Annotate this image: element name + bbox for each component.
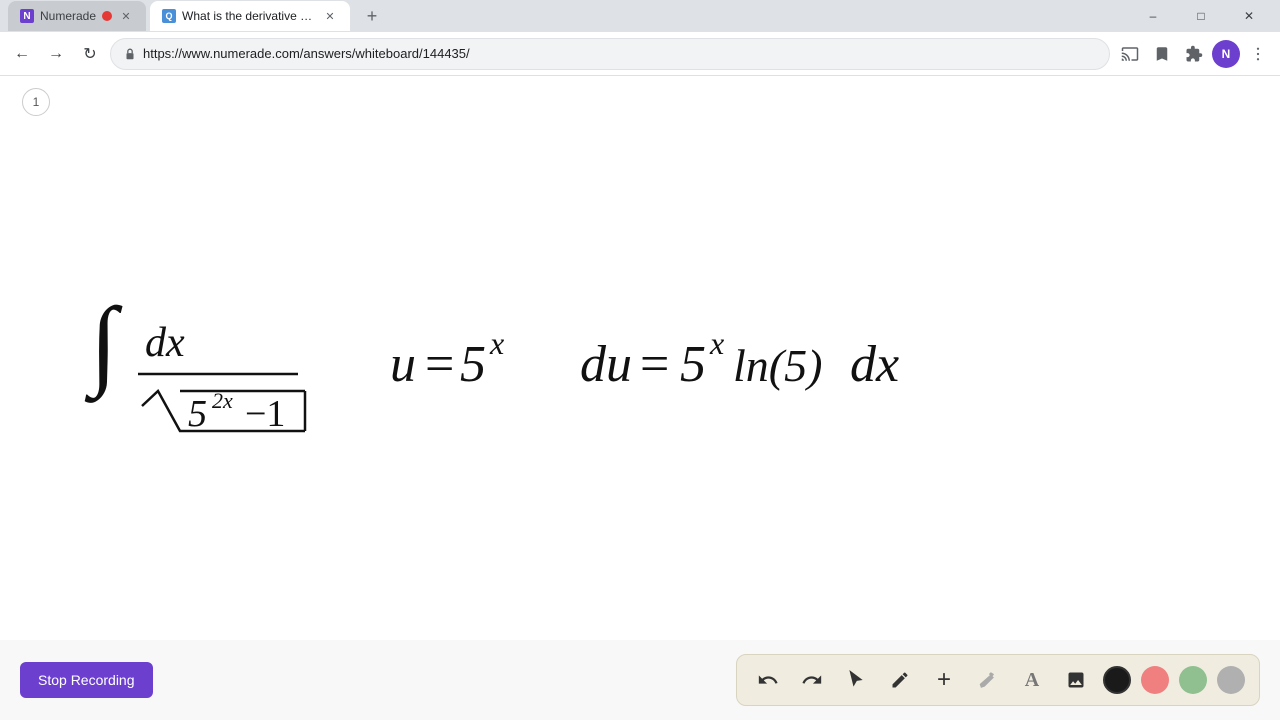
browser-frame: N Numerade ✕ Q What is the derivative of… [0,0,1280,720]
svg-text:5: 5 [188,393,207,435]
recording-indicator [102,11,112,21]
drawing-toolbar: + A [736,654,1260,706]
tab-derivative-close[interactable]: ✕ [322,8,338,24]
menu-icon[interactable] [1244,40,1272,68]
address-bar[interactable]: https://www.numerade.com/answers/whitebo… [110,38,1110,70]
svg-text:2x: 2x [212,388,233,413]
profile-icon[interactable]: N [1212,40,1240,68]
url-text: https://www.numerade.com/answers/whitebo… [143,46,470,61]
add-tool-button[interactable]: + [927,663,961,697]
pen-tool-button[interactable] [883,663,917,697]
tab-numerade[interactable]: N Numerade ✕ [8,1,146,31]
color-pink[interactable] [1141,666,1169,694]
tab-numerade-label: Numerade [40,9,96,23]
highlight-tool-button[interactable] [971,663,1005,697]
redo-button[interactable] [795,663,829,697]
svg-text:u: u [390,336,416,393]
color-black[interactable] [1103,666,1131,694]
image-tool-button[interactable] [1059,663,1093,697]
window-controls: – □ ✕ [1130,0,1272,32]
new-tab-button[interactable]: + [358,2,386,30]
math-content: ∫ dx 5 2x −1 u = 5 x du [50,216,1030,441]
svg-text:−1: −1 [245,393,285,435]
reload-button[interactable]: ↻ [76,40,104,68]
tab-derivative[interactable]: Q What is the derivative of 5^x? | ✕ [150,1,350,31]
svg-text:=: = [425,336,454,393]
back-button[interactable]: ← [8,40,36,68]
color-gray[interactable] [1217,666,1245,694]
text-tool-button[interactable]: A [1015,663,1049,697]
page-number: 1 [22,88,50,116]
select-tool-button[interactable] [839,663,873,697]
svg-text:dx: dx [850,336,899,393]
forward-button[interactable]: → [42,40,70,68]
svg-text:x: x [489,325,504,361]
tab-numerade-close[interactable]: ✕ [118,8,134,24]
svg-text:x: x [709,325,724,361]
nav-bar: ← → ↻ https://www.numerade.com/answers/w… [0,32,1280,76]
bookmark-icon[interactable] [1148,40,1176,68]
minimize-button[interactable]: – [1130,0,1176,32]
stop-recording-button[interactable]: Stop Recording [20,662,153,698]
svg-text:5: 5 [460,336,486,393]
svg-text:5: 5 [680,336,706,393]
cast-icon[interactable] [1116,40,1144,68]
whiteboard: 1 ∫ dx 5 2x −1 u = [0,76,1280,640]
nav-right-icons: N [1116,40,1272,68]
svg-text:ln(5): ln(5) [733,340,822,391]
svg-text:=: = [640,336,669,393]
color-green[interactable] [1179,666,1207,694]
svg-text:dx: dx [145,320,185,366]
lock-icon [123,47,137,61]
close-button[interactable]: ✕ [1226,0,1272,32]
numerade-favicon: N [20,9,34,23]
title-bar: N Numerade ✕ Q What is the derivative of… [0,0,1280,32]
bottom-bar: Stop Recording + A [0,640,1280,720]
svg-text:∫: ∫ [84,287,123,403]
math-svg: ∫ dx 5 2x −1 u = 5 x du [50,216,1030,436]
derivative-favicon: Q [162,9,176,23]
tab-derivative-label: What is the derivative of 5^x? | [182,9,316,23]
svg-text:du: du [580,336,632,393]
undo-button[interactable] [751,663,785,697]
extension-icon[interactable] [1180,40,1208,68]
maximize-button[interactable]: □ [1178,0,1224,32]
